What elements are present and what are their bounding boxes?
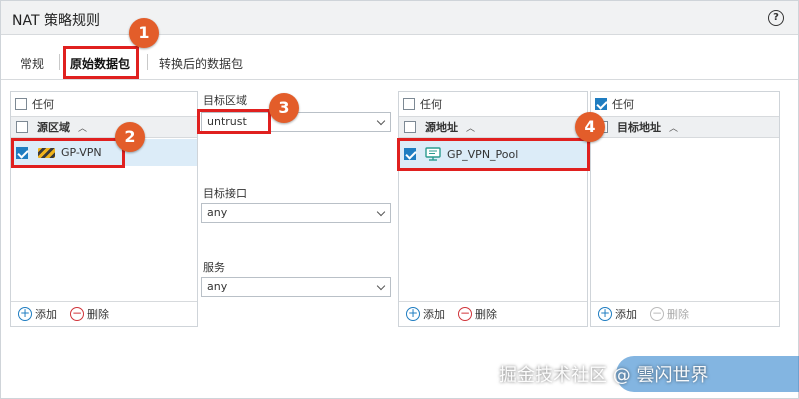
dest-address-any-checkbox[interactable] bbox=[595, 98, 607, 110]
chevron-down-icon bbox=[376, 116, 386, 126]
plus-circle-icon: + bbox=[598, 306, 612, 321]
minus-circle-icon: − bbox=[458, 306, 472, 321]
source-zone-column-label: 源区域 bbox=[37, 121, 70, 134]
source-address-column-label: 源地址 bbox=[425, 121, 458, 134]
tab-translated-packet[interactable]: 转换后的数据包 bbox=[159, 55, 243, 72]
callout-3: 3 bbox=[269, 93, 299, 123]
delete-label: 删除 bbox=[475, 308, 497, 321]
source-address-delete-button[interactable]: − 删除 bbox=[458, 306, 497, 322]
dest-interface-label: 目标接口 bbox=[203, 187, 247, 200]
source-zone-add-button[interactable]: + 添加 bbox=[18, 306, 57, 322]
source-zone-any-checkbox[interactable] bbox=[15, 98, 27, 110]
title-bar: NAT 策略规则 ? bbox=[1, 1, 798, 35]
source-zone-any-label: 任何 bbox=[32, 98, 54, 111]
chevron-down-icon bbox=[376, 281, 386, 291]
source-zone-footer: + 添加 − 删除 bbox=[11, 301, 197, 326]
tab-general[interactable]: 常规 bbox=[20, 55, 44, 72]
source-address-row[interactable]: GP_VPN_Pool bbox=[399, 139, 587, 169]
dest-address-footer: + 添加 − 删除 bbox=[591, 301, 779, 326]
tab-original-packet[interactable]: 原始数据包 bbox=[70, 55, 130, 72]
dest-interface-select[interactable]: any bbox=[201, 203, 391, 223]
source-zone-delete-button[interactable]: − 删除 bbox=[70, 306, 109, 322]
dest-zone-value: untrust bbox=[207, 115, 247, 128]
source-zone-row-label: GP-VPN bbox=[61, 146, 102, 159]
dest-address-any[interactable]: 任何 bbox=[595, 97, 634, 111]
source-address-select-all-checkbox[interactable] bbox=[404, 121, 416, 133]
source-zone-any[interactable]: 任何 bbox=[15, 97, 54, 111]
source-address-add-button[interactable]: + 添加 bbox=[406, 306, 445, 322]
service-select[interactable]: any bbox=[201, 277, 391, 297]
tab-divider bbox=[147, 54, 148, 70]
plus-circle-icon: + bbox=[406, 306, 420, 321]
source-address-any[interactable]: 任何 bbox=[403, 97, 442, 111]
sort-ascending-icon[interactable]: ︿ bbox=[78, 121, 87, 134]
minus-circle-icon: − bbox=[70, 306, 84, 321]
dest-address-add-button[interactable]: + 添加 bbox=[598, 306, 637, 322]
add-label: 添加 bbox=[35, 308, 57, 321]
dest-zone-label: 目标区域 bbox=[203, 94, 247, 107]
tab-bar: 常规 原始数据包 转换后的数据包 bbox=[1, 44, 798, 80]
dest-address-panel: 任何 目标地址 ︿ + 添加 − 删除 bbox=[590, 91, 780, 327]
source-zone-panel: 任何 源区域 ︿ GP-VPN + 添加 − 删除 bbox=[10, 91, 198, 327]
source-address-panel: 任何 源地址 ︿ GP_VPN_Pool + 添加 − 删除 bbox=[398, 91, 588, 327]
dest-address-column-header[interactable]: 目标地址 ︿ bbox=[591, 116, 779, 138]
callout-1: 1 bbox=[129, 18, 159, 48]
callout-2: 2 bbox=[115, 122, 145, 152]
service-value: any bbox=[207, 280, 228, 293]
add-label: 添加 bbox=[615, 308, 637, 321]
source-zone-row-checkbox[interactable] bbox=[16, 146, 28, 159]
delete-label: 删除 bbox=[667, 308, 689, 321]
nat-policy-dialog: NAT 策略规则 ? 常规 原始数据包 转换后的数据包 任何 源区域 ︿ GP-… bbox=[0, 0, 799, 399]
sort-ascending-icon[interactable]: ︿ bbox=[669, 121, 678, 134]
sort-ascending-icon[interactable]: ︿ bbox=[466, 121, 475, 134]
plus-circle-icon: + bbox=[18, 306, 32, 321]
minus-circle-icon: − bbox=[650, 306, 664, 321]
source-address-row-checkbox[interactable] bbox=[404, 148, 416, 160]
callout-4: 4 bbox=[575, 112, 605, 142]
zone-icon bbox=[38, 147, 55, 158]
source-address-column-header[interactable]: 源地址 ︿ bbox=[399, 116, 587, 138]
address-group-icon bbox=[425, 147, 441, 161]
dialog-title: NAT 策略规则 bbox=[12, 13, 100, 29]
source-address-any-checkbox[interactable] bbox=[403, 98, 415, 110]
source-address-any-label: 任何 bbox=[420, 98, 442, 111]
source-address-footer: + 添加 − 删除 bbox=[399, 301, 587, 326]
source-zone-select-all-checkbox[interactable] bbox=[16, 121, 28, 133]
tab-divider bbox=[59, 54, 60, 70]
watermark-text: 掘金技术社区 @ 雲闪世界 bbox=[499, 365, 709, 386]
source-address-row-label: GP_VPN_Pool bbox=[447, 147, 519, 161]
help-icon[interactable]: ? bbox=[768, 10, 784, 26]
delete-label: 删除 bbox=[87, 308, 109, 321]
source-zone-column-header[interactable]: 源区域 ︿ bbox=[11, 116, 197, 138]
source-zone-row[interactable]: GP-VPN bbox=[11, 139, 197, 166]
chevron-down-icon bbox=[376, 207, 386, 217]
dest-address-delete-button[interactable]: − 删除 bbox=[650, 306, 689, 322]
add-label: 添加 bbox=[423, 308, 445, 321]
dest-interface-value: any bbox=[207, 206, 228, 219]
dest-address-column-label: 目标地址 bbox=[617, 121, 661, 134]
service-label: 服务 bbox=[203, 261, 225, 274]
dest-address-any-label: 任何 bbox=[612, 98, 634, 111]
